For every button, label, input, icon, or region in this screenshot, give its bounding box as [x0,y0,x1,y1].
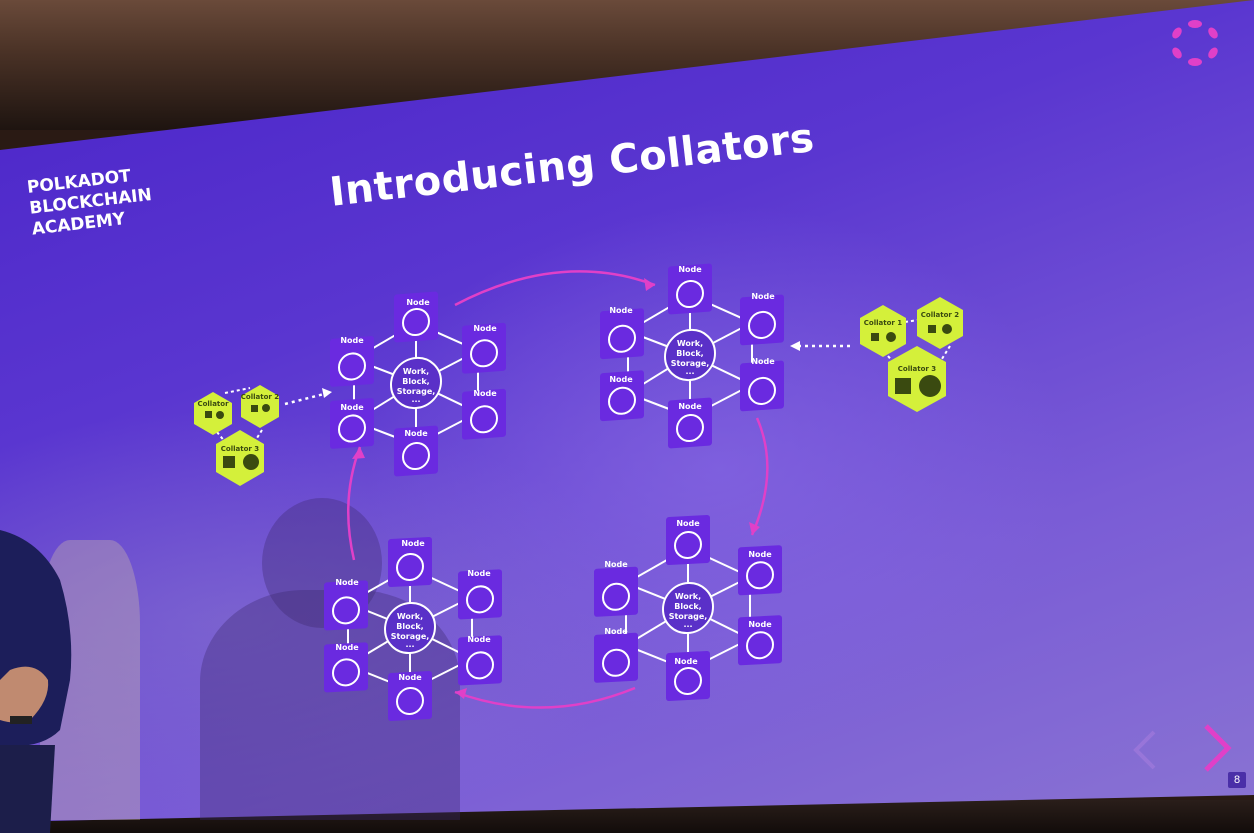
node-label: Node [609,375,633,384]
next-slide-icon[interactable] [1198,722,1234,774]
node-label: Node [748,620,772,629]
hub-text-line: ... [411,395,420,404]
node-label: Node [335,578,359,587]
previous-slide-icon[interactable] [1130,728,1160,772]
arrowhead-icon [322,388,332,398]
hub-text-line: ... [683,620,692,629]
node-label: Node [467,569,491,578]
collator-label: Collator 3 [898,365,937,373]
node-label: Node [404,429,428,438]
hub-text-line: Block, [676,349,703,358]
collator-label: Collator 1 [864,319,903,327]
node-label: Node [751,357,775,366]
collator-hexagon [917,297,963,349]
hub-text-line: Block, [674,602,701,611]
node-label: Node [340,336,364,345]
node-label: Node [678,265,702,274]
flow-arrow-bottom [454,686,636,709]
node-label: Node [751,292,775,301]
flow-arrow-right [750,417,769,536]
hub-text-line: ... [685,367,694,376]
node-label: Node [467,635,491,644]
collator-hexagon [241,385,279,428]
node-label: Node [678,402,702,411]
node-label: Node [335,643,359,652]
collator-hexagon [194,392,232,435]
presenter-silhouette [0,530,72,833]
flow-arrow-left [347,446,362,561]
hub-text-line: Work, [403,367,429,376]
hub-text-line: Block, [402,377,429,386]
arrowhead-icon [644,278,655,291]
collator-diagram: Node Node Node Node Node Node Node Node … [194,262,963,723]
hub-text-line: Work, [397,612,423,621]
collator-link-left [284,392,325,406]
slide-page-number: 8 [1228,772,1246,788]
node-label: Node [401,539,425,548]
node-label: Node [748,550,772,559]
node-label: Node [604,560,628,569]
hub-text-line: ... [405,640,414,649]
arrowhead-icon [790,341,800,351]
flow-arrow-top [454,270,656,307]
node-label: Node [604,627,628,636]
node-label: Node [473,389,497,398]
collator-label: Collator 3 [221,445,260,453]
hub-text-line: Block, [396,622,423,631]
hub-text-line: Work, [677,339,703,348]
node-label: Node [340,403,364,412]
collator-label: Collator 2 [921,311,960,319]
collator-label: Collator [197,400,229,408]
node-label: Node [406,298,430,307]
node-label: Node [676,519,700,528]
node-label: Node [398,673,422,682]
node-label: Node [674,657,698,666]
node-label: Node [609,306,633,315]
arrowhead-icon [749,522,760,535]
hub-text-line: Work, [675,592,701,601]
collator-group-left: Collator Collator 2 Collator 3 [194,385,279,486]
collator-group-right: Collator 1 Collator 2 Collator 3 [860,297,963,412]
collator-label: Collator 2 [241,393,280,401]
node-label: Node [473,324,497,333]
collator-hexagon [860,305,906,357]
